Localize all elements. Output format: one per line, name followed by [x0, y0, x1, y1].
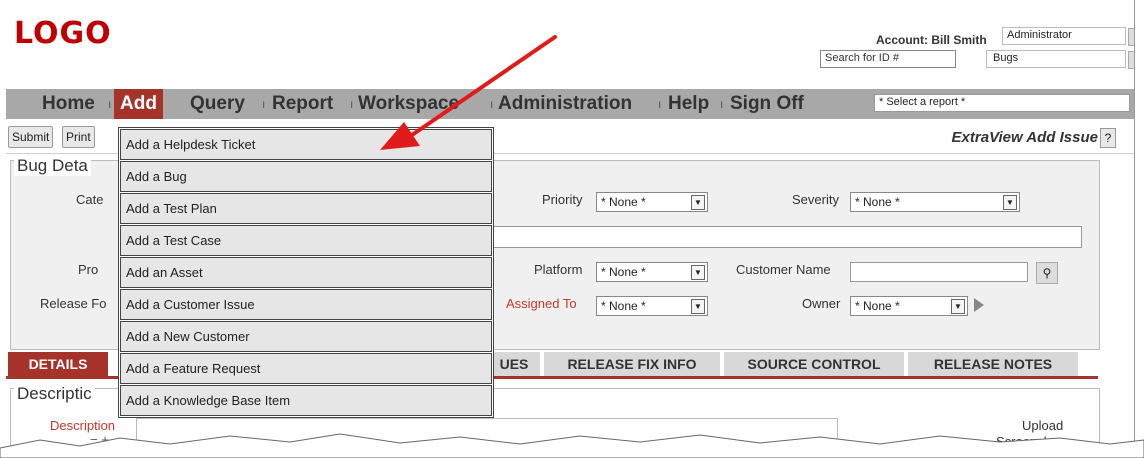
annotation-arrow-icon [380, 35, 557, 150]
torn-edge-decoration [0, 433, 1144, 458]
